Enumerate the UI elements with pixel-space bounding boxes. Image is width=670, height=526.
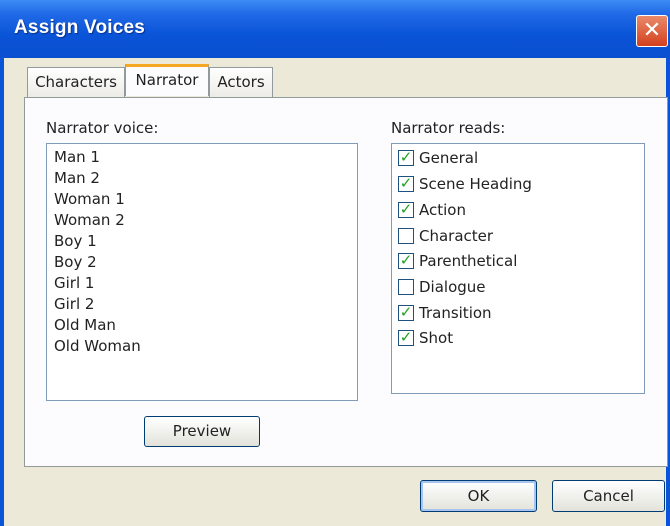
ok-button[interactable]: OK [420,480,537,512]
checkbox[interactable]: ✓ [398,148,414,166]
tab-panel-narrator: Narrator voice: Man 1 Man 2 Woman 1 Woma… [24,97,668,467]
reads-option-label: Transition [419,304,492,322]
checkmark-icon: ✓ [399,303,413,321]
window-frame-left [0,58,4,526]
narrator-voice-list[interactable]: Man 1 Man 2 Woman 1 Woman 2 Boy 1 Boy 2 … [46,143,358,401]
tab-characters[interactable]: Characters [27,67,125,97]
voice-option[interactable]: Girl 1 [54,273,94,293]
narrator-voice-label: Narrator voice: [46,119,159,137]
voice-option[interactable]: Old Woman [54,336,141,356]
narrator-reads-label: Narrator reads: [391,119,506,137]
narrator-reads-list: ✓ General ✓ Scene Heading ✓ Action Chara… [391,143,645,394]
reads-option-label: Action [419,201,466,219]
checkbox[interactable]: ✓ [398,200,414,218]
checkmark-icon: ✓ [399,328,413,346]
preview-button[interactable]: Preview [144,416,260,447]
checkmark-icon: ✓ [399,174,413,192]
tab-actors[interactable]: Actors [209,67,273,97]
checkbox[interactable] [398,228,414,244]
reads-option-label: Character [419,227,494,245]
checkmark-icon: ✓ [399,251,413,269]
voice-option[interactable]: Old Man [54,315,116,335]
checkbox[interactable]: ✓ [398,303,414,321]
reads-option-label: Parenthetical [419,252,518,270]
title-bar[interactable]: Assign Voices ✕ [0,0,670,58]
close-button[interactable]: ✕ [636,15,668,47]
voice-option[interactable]: Boy 1 [54,231,97,251]
checkbox[interactable]: ✓ [398,174,414,192]
reads-option-label: Shot [419,329,454,347]
cancel-button[interactable]: Cancel [552,480,665,512]
reads-option-label: General [419,149,479,167]
tab-narrator[interactable]: Narrator [125,64,209,96]
voice-option[interactable]: Boy 2 [54,252,97,272]
window-title: Assign Voices [14,17,146,38]
close-icon: ✕ [642,18,662,43]
checkbox[interactable] [398,279,414,295]
voice-option[interactable]: Man 2 [54,168,100,188]
reads-option-label: Scene Heading [419,175,532,193]
voice-option[interactable]: Woman 2 [54,210,125,230]
checkmark-icon: ✓ [399,200,413,218]
checkbox[interactable]: ✓ [398,328,414,346]
voice-option[interactable]: Woman 1 [54,189,125,209]
assign-voices-dialog: Assign Voices ✕ Narrator voice: Man 1 Ma… [0,0,670,526]
checkbox[interactable]: ✓ [398,251,414,269]
reads-option-label: Dialogue [419,278,486,296]
voice-option[interactable]: Girl 2 [54,294,94,314]
voice-option[interactable]: Man 1 [54,147,100,167]
checkmark-icon: ✓ [399,148,413,166]
